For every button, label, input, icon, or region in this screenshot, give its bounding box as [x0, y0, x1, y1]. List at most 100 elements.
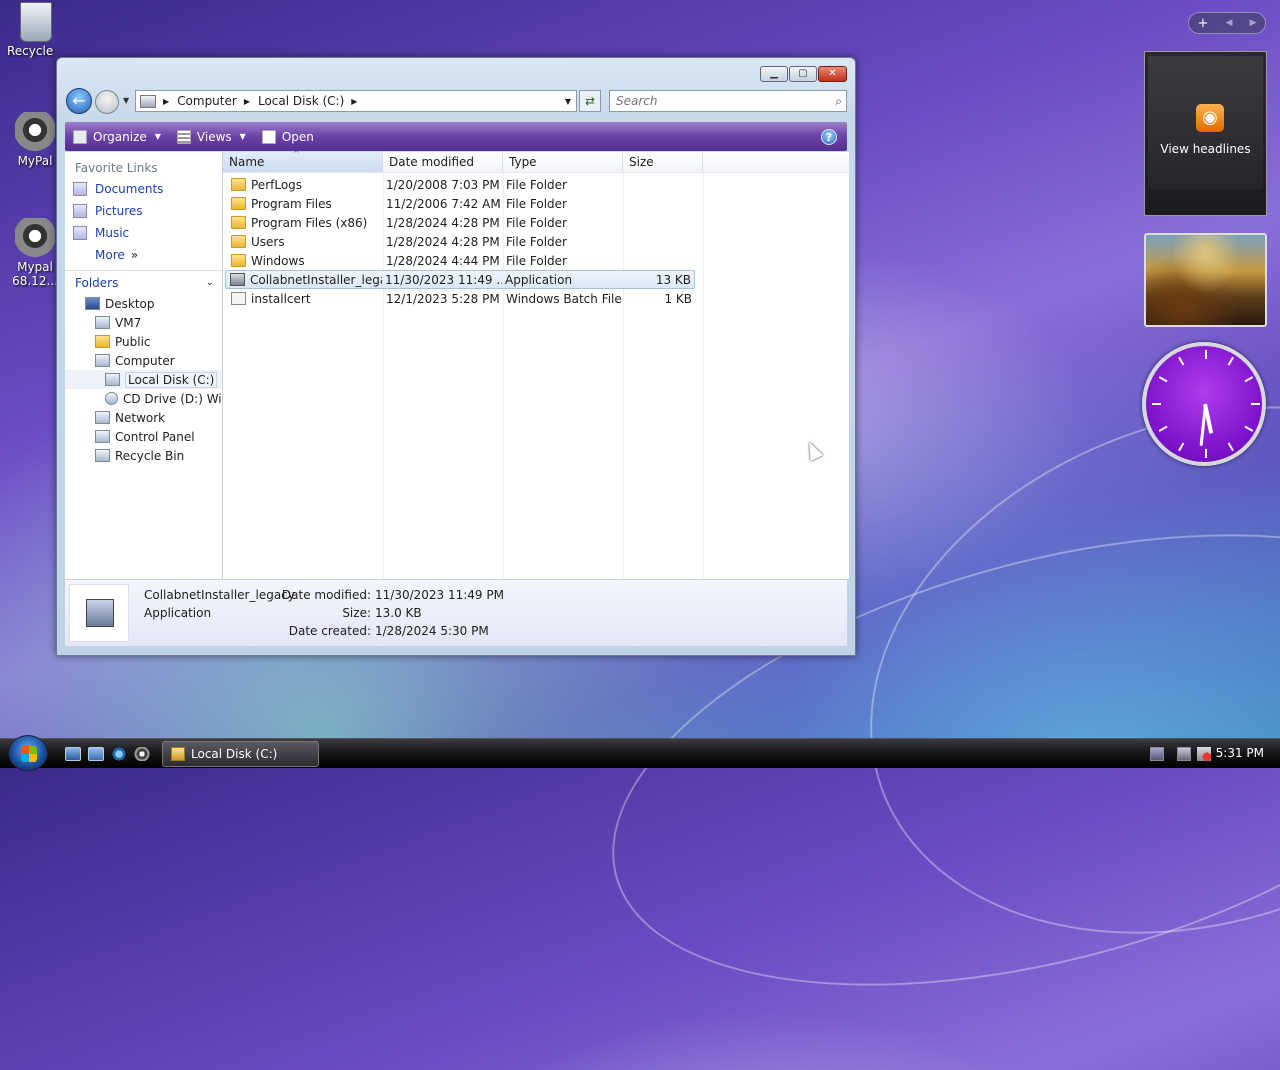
organize-button[interactable]: Organize ▼ [65, 122, 169, 151]
rss-icon: ◉ [1196, 104, 1224, 132]
search-input[interactable] [614, 93, 836, 109]
clock-gadget[interactable] [1142, 342, 1266, 466]
clock-tick [1178, 442, 1185, 452]
favorite-link-documents[interactable]: Documents [65, 178, 222, 200]
organize-icon [73, 129, 87, 144]
notification-icon[interactable] [1150, 747, 1164, 761]
file-type: File Folder [506, 253, 567, 268]
file-row[interactable]: Windows 1/28/2024 4:44 PM File Folder [227, 251, 695, 270]
raccoon-icon [15, 112, 55, 152]
maximize-button[interactable]: ▢ [789, 66, 817, 82]
file-name: installcert [251, 291, 311, 306]
cd-drive-icon [105, 392, 118, 405]
previous-page-icon[interactable]: ◀ [1226, 18, 1233, 28]
file-thumbnail [69, 584, 129, 642]
forward-button[interactable] [95, 90, 119, 114]
desktop-icon-recycle-bin[interactable]: Recycle Bin [0, 2, 72, 58]
application-icon [86, 599, 114, 627]
windows-logo-icon [21, 746, 37, 762]
search-icon[interactable]: ⌕ [835, 94, 842, 109]
tree-item-desktop[interactable]: Desktop [65, 294, 222, 313]
raccoon-icon [15, 218, 55, 258]
details-date-created: 1/28/2024 5:30 PM [375, 624, 489, 638]
gadget-body: ◉ View headlines [1148, 56, 1263, 189]
mypal-icon[interactable] [134, 747, 150, 761]
views-button[interactable]: Views ▼ [169, 122, 254, 151]
file-date: 1/20/2008 7:03 PM [386, 177, 500, 192]
tree-item-local-disk[interactable]: Local Disk (C:) [65, 370, 222, 389]
slideshow-gadget[interactable] [1144, 233, 1267, 327]
file-date: 1/28/2024 4:28 PM [386, 234, 500, 249]
clock-tick [1244, 376, 1254, 383]
refresh-button[interactable]: ⇄ [579, 90, 601, 112]
internet-explorer-icon[interactable] [111, 747, 127, 761]
file-name-cell: Program Files (x86) [227, 216, 383, 230]
tree-item-computer[interactable]: Computer [65, 351, 222, 370]
favorite-link-pictures[interactable]: Pictures [65, 200, 222, 222]
next-page-icon[interactable]: ▶ [1250, 18, 1257, 28]
details-size: 13.0 KB [375, 606, 422, 620]
address-dropdown-icon[interactable]: ▼ [560, 97, 576, 106]
taskbar-clock[interactable]: 5:31 PM [1216, 746, 1264, 760]
folders-label: Folders [75, 275, 119, 290]
file-size: 1 KB [664, 291, 692, 306]
view-headlines-label: View headlines [1160, 142, 1251, 156]
feed-headlines-gadget[interactable]: ◉ View headlines [1144, 51, 1267, 216]
file-row[interactable]: PerfLogs 1/20/2008 7:03 PM File Folder [227, 175, 695, 194]
file-row-selected[interactable]: CollabnetInstaller_lega... 11/30/2023 11… [225, 270, 695, 289]
folder-icon [231, 216, 246, 229]
tree-item-network[interactable]: Network [65, 408, 222, 427]
start-button[interactable] [8, 735, 48, 771]
show-desktop-icon[interactable] [65, 747, 81, 761]
search-box[interactable]: ⌕ [609, 90, 847, 112]
minimize-button[interactable]: ▁ [760, 66, 788, 82]
chevron-down-icon: ▼ [239, 132, 246, 141]
music-icon [73, 226, 87, 240]
chevron-down-icon: ▼ [154, 132, 161, 141]
file-row[interactable]: Users 1/28/2024 4:28 PM File Folder [227, 232, 695, 251]
sort-ascending-icon: ^ [293, 149, 300, 158]
column-header-name[interactable]: ^ Name [223, 149, 383, 172]
close-button[interactable]: ✕ [818, 66, 847, 82]
clock-tick [1205, 449, 1207, 458]
favorite-link-music[interactable]: Music [65, 222, 222, 244]
open-button[interactable]: Open [254, 122, 322, 151]
column-header-label: Name [229, 155, 265, 169]
file-type: Windows Batch File [506, 291, 622, 306]
volume-muted-icon[interactable] [1197, 747, 1211, 761]
tree-item-control-panel[interactable]: Control Panel [65, 427, 222, 446]
address-bar[interactable]: ▶ Computer ▶ Local Disk (C:) ▶ ▼ [135, 90, 577, 112]
help-button[interactable]: ? [821, 128, 837, 145]
breadcrumb-separator-icon[interactable]: ▶ [351, 97, 357, 106]
computer-icon [95, 354, 110, 367]
file-row[interactable]: Program Files (x86) 1/28/2024 4:28 PM Fi… [227, 213, 695, 232]
desktop-icon [85, 297, 100, 310]
add-gadget-icon[interactable]: + [1198, 16, 1209, 31]
column-header-type[interactable]: Type [503, 152, 623, 172]
file-row[interactable]: Program Files 11/2/2006 7:42 AM File Fol… [227, 194, 695, 213]
column-header-date-modified[interactable]: Date modified [383, 152, 503, 172]
switch-windows-icon[interactable] [88, 747, 104, 761]
column-header-size[interactable]: Size [623, 152, 703, 172]
user-folder-icon [95, 316, 110, 329]
favorite-link-more[interactable]: More » [65, 244, 222, 266]
tree-item-public[interactable]: Public [65, 332, 222, 351]
recent-pages-dropdown[interactable]: ▼ [123, 96, 129, 105]
folder-icon [231, 254, 246, 267]
tree-item-vm7[interactable]: VM7 [65, 313, 222, 332]
tree-item-recycle-bin[interactable]: Recycle Bin [65, 446, 222, 465]
network-status-icon[interactable] [1177, 747, 1191, 761]
tree-item-label: Desktop [105, 296, 155, 311]
breadcrumb-computer[interactable]: Computer [177, 94, 237, 108]
tree-item-label: CD Drive (D:) Wine [123, 391, 222, 406]
folders-header[interactable]: Folders ⌄ [65, 270, 222, 294]
breadcrumb-separator-icon[interactable]: ▶ [163, 97, 169, 106]
breadcrumb-local-disk[interactable]: Local Disk (C:) [258, 94, 344, 108]
tree-item-cd-drive[interactable]: CD Drive (D:) Wine [65, 389, 222, 408]
drive-icon [105, 373, 120, 386]
breadcrumb-separator-icon[interactable]: ▶ [244, 97, 250, 106]
taskbar-button-local-disk[interactable]: Local Disk (C:) [162, 741, 319, 767]
file-row[interactable]: installcert 12/1/2023 5:28 PM Windows Ba… [227, 289, 695, 308]
control-panel-icon [95, 430, 110, 443]
back-button[interactable]: ← [66, 88, 92, 114]
